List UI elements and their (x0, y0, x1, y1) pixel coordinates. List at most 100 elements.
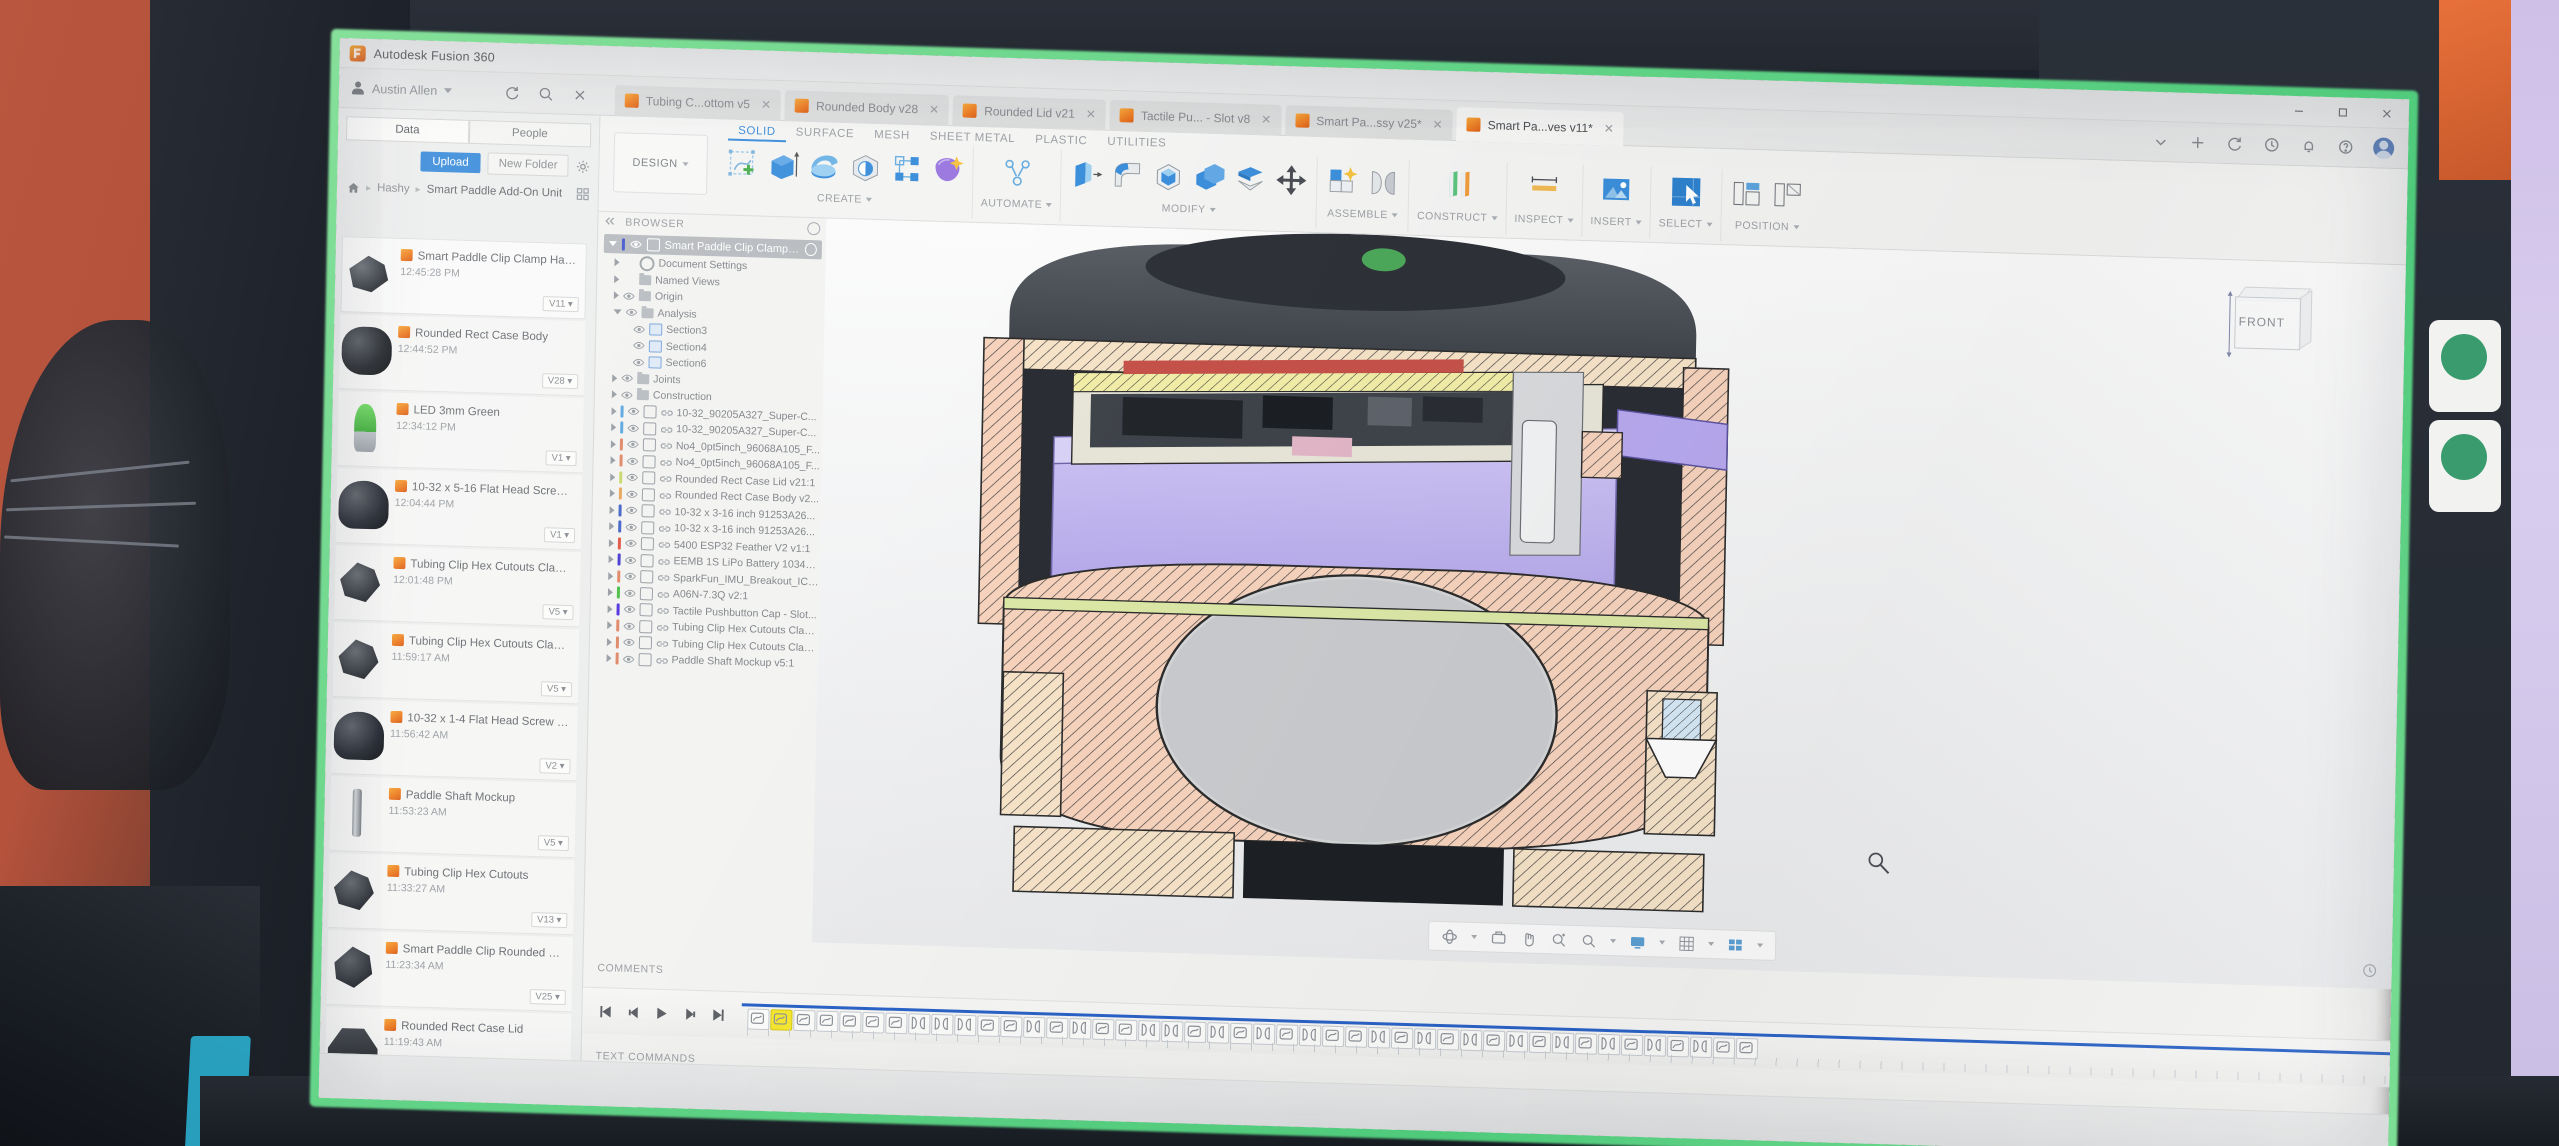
minimize-button[interactable] (2277, 95, 2322, 126)
viewports-icon[interactable] (1727, 936, 1744, 954)
expand-triangle-icon[interactable] (611, 406, 617, 416)
visibility-eye-icon[interactable] (626, 489, 638, 498)
expand-triangle-icon[interactable] (612, 373, 618, 383)
display-settings-icon[interactable] (1629, 933, 1646, 951)
visibility-eye-icon[interactable] (624, 572, 636, 581)
new-tab-plus-icon[interactable] (2188, 133, 2207, 153)
expand-triangle-icon[interactable] (609, 522, 615, 531)
pan-icon[interactable] (1520, 930, 1537, 948)
bell-icon[interactable] (2299, 136, 2318, 156)
visibility-eye-icon[interactable] (625, 539, 637, 548)
help-icon[interactable] (2336, 137, 2355, 157)
profile-avatar[interactable] (2372, 137, 2395, 159)
data-panel-item[interactable]: Tubing Clip Hex Cutouts Clamp Top12:01:4… (334, 545, 581, 628)
visibility-eye-icon[interactable] (623, 291, 635, 300)
expand-triangle-icon[interactable] (614, 274, 620, 284)
go-to-start-icon[interactable] (598, 1004, 613, 1019)
visibility-eye-icon[interactable] (629, 240, 642, 249)
browser-tree-rows[interactable]: Document Settings Named Views Origin Analys… (589, 254, 825, 673)
data-panel-item[interactable]: Smart Paddle Clip Clamp Halves 12:45:28 P… (340, 236, 587, 320)
grid-snap-icon[interactable] (1678, 935, 1695, 953)
expand-triangle-icon[interactable] (614, 258, 620, 267)
close-tab-icon[interactable]: ✕ (1604, 121, 1614, 135)
look-at-icon[interactable] (1490, 929, 1507, 947)
document-tab[interactable]: Smart Pa...ssy v25* ✕ (1284, 104, 1453, 141)
file-version-badge[interactable]: V28 ▾ (541, 373, 579, 390)
ribbon-group-label[interactable]: AUTOMATE (981, 197, 1053, 211)
ribbon-group-label[interactable]: SELECT (1659, 217, 1713, 231)
chevron-down-icon[interactable] (1610, 939, 1617, 944)
orbit-icon[interactable] (1441, 928, 1458, 946)
move-copy-icon[interactable] (1274, 163, 1309, 198)
file-version-badge[interactable]: V11 ▾ (542, 296, 579, 313)
new-folder-button[interactable]: New Folder (487, 152, 569, 177)
expand-triangle-icon[interactable] (607, 604, 613, 614)
create-sketch-icon[interactable] (725, 146, 760, 181)
view-cube[interactable]: FRONT (2220, 284, 2314, 371)
joint-icon[interactable] (1366, 166, 1401, 201)
insert-image-icon[interactable] (1599, 172, 1634, 207)
refresh-icon[interactable] (2225, 134, 2244, 154)
close-tab-icon[interactable]: ✕ (761, 98, 771, 112)
comments-label[interactable]: COMMENTS (583, 962, 663, 976)
data-panel-item[interactable]: Tubing Clip Hex Cutouts 11:33:27 AM V13 ▾ (328, 853, 575, 936)
chevron-down-icon[interactable] (1471, 934, 1478, 940)
visibility-eye-icon[interactable] (627, 440, 639, 449)
expand-triangle-icon[interactable] (608, 538, 614, 548)
ribbon-group-label[interactable]: INSPECT (1514, 213, 1574, 227)
go-to-end-icon[interactable] (710, 1007, 725, 1022)
visibility-eye-icon[interactable] (625, 506, 638, 515)
sphere-icon[interactable] (848, 150, 883, 185)
search-icon[interactable] (537, 84, 555, 103)
grid-view-icon[interactable] (576, 187, 590, 201)
new-component-icon[interactable] (1325, 164, 1360, 199)
expand-triangle-icon[interactable] (613, 291, 619, 300)
home-icon[interactable] (347, 181, 360, 194)
maximize-button[interactable] (2321, 96, 2366, 127)
collapse-panel-icon[interactable] (604, 215, 617, 228)
form-icon[interactable] (930, 153, 965, 188)
file-version-badge[interactable]: V1 ▾ (543, 527, 576, 544)
extrude-icon[interactable] (766, 148, 801, 183)
visibility-eye-icon[interactable] (627, 407, 640, 416)
select-icon[interactable] (1669, 174, 1704, 209)
data-panel-item[interactable]: 10-32 x 1-4 Flat Head Screw 91253A00... 1… (331, 699, 578, 782)
data-panel-item[interactable]: Smart Paddle Clip Rounded Rect Assy11:23… (326, 929, 573, 1013)
arrange-icon[interactable] (1771, 178, 1806, 213)
visibility-eye-icon[interactable] (627, 423, 639, 432)
ribbon-group-label[interactable]: MODIFY (1162, 202, 1216, 216)
file-version-badge[interactable]: V5 ▾ (542, 604, 574, 621)
document-tab[interactable]: Tactile Pu... - Slot v8 ✕ (1109, 99, 1282, 136)
chevron-down-icon[interactable] (1708, 941, 1715, 947)
file-version-badge[interactable]: V1 ▾ (545, 450, 577, 467)
expand-triangle-icon[interactable] (613, 309, 622, 315)
file-version-badge[interactable]: V2 ▾ (539, 758, 571, 775)
tab-people[interactable]: People (468, 119, 592, 148)
document-tab[interactable]: Rounded Lid v21 ✕ (952, 94, 1107, 131)
close-tab-icon[interactable]: ✕ (1432, 117, 1442, 131)
press-pull-icon[interactable] (1069, 157, 1104, 192)
activate-component-icon[interactable] (804, 242, 817, 257)
close-button[interactable] (2365, 98, 2410, 129)
expand-triangle-icon[interactable] (611, 423, 617, 432)
expand-triangle-icon[interactable] (607, 621, 613, 630)
pattern-icon[interactable] (889, 151, 924, 186)
data-panel-file-list[interactable]: Smart Paddle Clip Clamp Halves 12:45:28 P… (319, 236, 597, 1106)
data-panel-item[interactable]: LED 3mm Green 12:34:12 PM V1 ▾ (337, 391, 584, 474)
play-icon[interactable] (654, 1005, 669, 1020)
visibility-eye-icon[interactable] (621, 374, 633, 383)
browser-settings-icon[interactable] (807, 221, 821, 235)
fillet-icon[interactable] (1110, 158, 1145, 193)
data-panel-item[interactable]: Rounded Rect Case Body 12:44:52 PM V28 ▾ (338, 314, 586, 397)
document-tab[interactable]: Rounded Body v28 ✕ (784, 89, 950, 126)
step-back-icon[interactable] (626, 1004, 641, 1019)
expand-triangle-icon[interactable] (610, 472, 616, 482)
ribbon-group-label[interactable]: INSERT (1590, 215, 1642, 229)
data-panel-item[interactable]: 10-32 x 5-16 Flat Head Screw 91253A0... 1… (335, 468, 583, 551)
visibility-eye-icon[interactable] (624, 555, 637, 564)
visibility-eye-icon[interactable] (633, 341, 645, 350)
zoom-icon[interactable] (1580, 932, 1597, 950)
ribbon-group-label[interactable]: POSITION (1735, 219, 1800, 233)
upload-button[interactable]: Upload (420, 151, 481, 174)
visibility-eye-icon[interactable] (623, 638, 635, 647)
